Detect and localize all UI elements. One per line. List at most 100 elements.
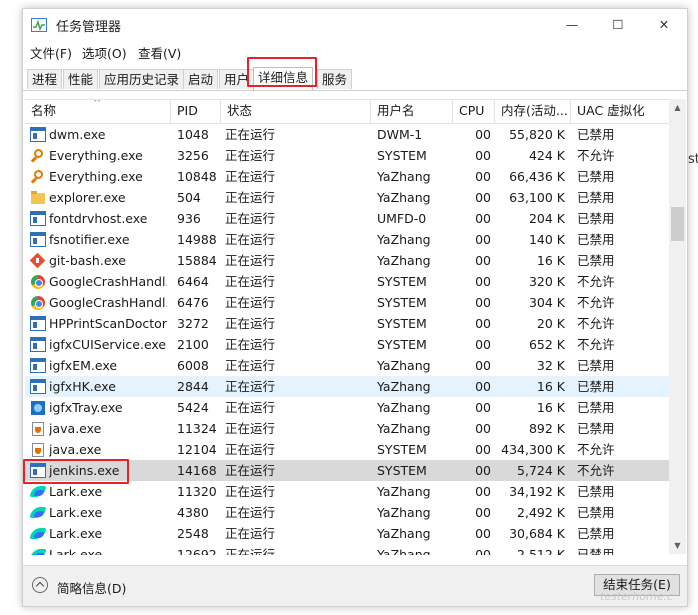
- table-row[interactable]: git-bash.exe 15884 正在运行 YaZhang 00 16 K 已禁用: [25, 250, 669, 271]
- table-row[interactable]: Lark.exe 2548 正在运行 YaZhang 00 30,684 K 已禁用: [25, 523, 669, 544]
- process-pid: 3256: [177, 148, 209, 163]
- process-pid: 14988: [177, 232, 217, 247]
- process-name: fontdrvhost.exe: [49, 211, 148, 226]
- process-pid: 11320: [177, 484, 217, 499]
- window-title: 任务管理器: [56, 20, 122, 35]
- process-cpu: 00: [475, 526, 491, 541]
- table-row[interactable]: Everything.exe 10848 正在运行 YaZhang 00 66,436 K…: [25, 166, 669, 187]
- table-row[interactable]: Lark.exe 4380 正在运行 YaZhang 00 2,492 K 已禁用: [25, 502, 669, 523]
- scroll-down-icon[interactable]: ▼: [669, 537, 686, 554]
- process-cpu: 00: [475, 127, 491, 142]
- tab-details[interactable]: 详细信息: [253, 67, 314, 90]
- process-cpu: 00: [475, 484, 491, 499]
- process-name: Lark.exe: [49, 484, 103, 499]
- table-row[interactable]: igfxCUIService.exe 2100 正在运行 SYSTEM 00 652 K 不…: [25, 334, 669, 355]
- process-pid: 5424: [177, 400, 209, 415]
- process-user: SYSTEM: [377, 442, 427, 457]
- table-row[interactable]: igfxHK.exe 2844 正在运行 YaZhang 00 16 K 已禁用: [25, 376, 669, 397]
- column-header-name[interactable]: 名称 ^: [25, 100, 171, 123]
- process-pid: 3272: [177, 316, 209, 331]
- table-row[interactable]: HPPrintScanDoctor... 3272 正在运行 SYSTEM 00 20 K…: [25, 313, 669, 334]
- menu-options[interactable]: 选项(O): [82, 43, 127, 62]
- process-memory: 652 K: [528, 337, 565, 352]
- process-user: YaZhang: [377, 190, 431, 205]
- scroll-up-icon[interactable]: ▲: [669, 99, 686, 116]
- table-row[interactable]: java.exe 11324 正在运行 YaZhang 00 892 K 已禁用: [25, 418, 669, 439]
- table-row[interactable]: igfxTray.exe 5424 正在运行 YaZhang 00 16 K 已禁用: [25, 397, 669, 418]
- table-row[interactable]: jenkins.exe 14168 正在运行 SYSTEM 00 5,724 K 不允许: [25, 460, 669, 481]
- table-row[interactable]: dwm.exe 1048 正在运行 DWM-1 00 55,820 K 已禁用: [25, 124, 669, 145]
- process-uac: 已禁用: [577, 484, 615, 499]
- process-cpu: 00: [475, 379, 491, 394]
- process-pid: 12692: [177, 547, 217, 555]
- process-pid: 2548: [177, 526, 209, 541]
- process-memory: 434,300 K: [501, 442, 565, 457]
- column-header-uac[interactable]: UAC 虚拟化: [571, 100, 669, 123]
- process-cpu: 00: [475, 169, 491, 184]
- process-cpu: 00: [475, 274, 491, 289]
- column-header-status[interactable]: 状态: [221, 100, 371, 123]
- process-memory: 63,100 K: [509, 190, 565, 205]
- process-status: 正在运行: [225, 274, 276, 289]
- table-row[interactable]: GoogleCrashHandl... 6476 正在运行 SYSTEM 00 304 K…: [25, 292, 669, 313]
- fewer-details-link[interactable]: 简略信息(D): [57, 578, 126, 597]
- process-status: 正在运行: [225, 400, 276, 415]
- menu-view[interactable]: 查看(V): [138, 43, 181, 62]
- column-header-cpu[interactable]: CPU: [453, 100, 495, 123]
- process-name: Lark.exe: [49, 505, 103, 520]
- process-user: SYSTEM: [377, 274, 427, 289]
- tab-services[interactable]: 服务: [317, 69, 353, 89]
- process-memory: 30,684 K: [509, 526, 565, 541]
- process-cpu: 00: [475, 442, 491, 457]
- process-pid: 4380: [177, 505, 209, 520]
- table-row[interactable]: java.exe 12104 正在运行 SYSTEM 00 434,300 K 不允许: [25, 439, 669, 460]
- scroll-thumb[interactable]: [671, 207, 684, 241]
- chevron-up-circle-icon[interactable]: [32, 577, 48, 593]
- table-row[interactable]: Lark.exe 12692 正在运行 YaZhang 00 2,512 K 已禁用: [25, 544, 669, 555]
- table-row[interactable]: Everything.exe 3256 正在运行 SYSTEM 00 424 K 不允许: [25, 145, 669, 166]
- close-button[interactable]: ✕: [641, 9, 687, 41]
- minimize-button[interactable]: —: [549, 9, 595, 41]
- process-user: SYSTEM: [377, 295, 427, 310]
- table-row[interactable]: igfxEM.exe 6008 正在运行 YaZhang 00 32 K 已禁用: [25, 355, 669, 376]
- tab-performance[interactable]: 性能: [63, 69, 99, 89]
- process-status: 正在运行: [225, 169, 276, 184]
- window-icon: [30, 337, 46, 352]
- process-user: YaZhang: [377, 169, 431, 184]
- tab-app-history[interactable]: 应用历史记录: [99, 69, 185, 89]
- column-header-user[interactable]: 用户名: [371, 100, 453, 123]
- process-status: 正在运行: [225, 358, 276, 373]
- maximize-button[interactable]: ☐: [595, 9, 641, 41]
- window-icon: [30, 127, 46, 142]
- process-uac: 不允许: [577, 148, 615, 163]
- process-user: YaZhang: [377, 358, 431, 373]
- process-uac: 已禁用: [577, 253, 615, 268]
- process-uac: 已禁用: [577, 379, 615, 394]
- process-uac: 已禁用: [577, 400, 615, 415]
- table-row[interactable]: fsnotifier.exe 14988 正在运行 YaZhang 00 140 K 已禁用: [25, 229, 669, 250]
- column-header-label: 名称: [31, 103, 57, 118]
- column-header-memory[interactable]: 内存(活动...: [495, 100, 571, 123]
- process-memory: 16 K: [536, 253, 565, 268]
- table-row[interactable]: GoogleCrashHandl... 6464 正在运行 SYSTEM 00 320 K…: [25, 271, 669, 292]
- table-row[interactable]: Lark.exe 11320 正在运行 YaZhang 00 34,192 K 已禁用: [25, 481, 669, 502]
- process-status: 正在运行: [225, 379, 276, 394]
- process-name: HPPrintScanDoctor...: [49, 316, 167, 331]
- tab-startup[interactable]: 启动: [183, 69, 219, 89]
- table-row[interactable]: explorer.exe 504 正在运行 YaZhang 00 63,100 K 已禁用: [25, 187, 669, 208]
- table-row[interactable]: fontdrvhost.exe 936 正在运行 UMFD-0 00 204 K 已禁用: [25, 208, 669, 229]
- process-name: dwm.exe: [49, 127, 106, 142]
- process-memory: 320 K: [528, 274, 565, 289]
- menu-file[interactable]: 文件(F): [30, 43, 72, 62]
- process-cpu: 00: [475, 505, 491, 520]
- vertical-scrollbar[interactable]: ▲ ▼: [669, 99, 686, 554]
- process-name: Everything.exe: [49, 148, 143, 163]
- tab-users[interactable]: 用户: [219, 69, 255, 89]
- title-bar[interactable]: 任务管理器 — ☐ ✕: [23, 9, 687, 41]
- tab-processes[interactable]: 进程: [27, 69, 63, 89]
- process-uac: 不允许: [577, 337, 615, 352]
- process-name: fsnotifier.exe: [49, 232, 130, 247]
- column-header-pid[interactable]: PID: [171, 100, 221, 123]
- process-status: 正在运行: [225, 484, 276, 499]
- sort-ascending-icon: ^: [93, 100, 102, 109]
